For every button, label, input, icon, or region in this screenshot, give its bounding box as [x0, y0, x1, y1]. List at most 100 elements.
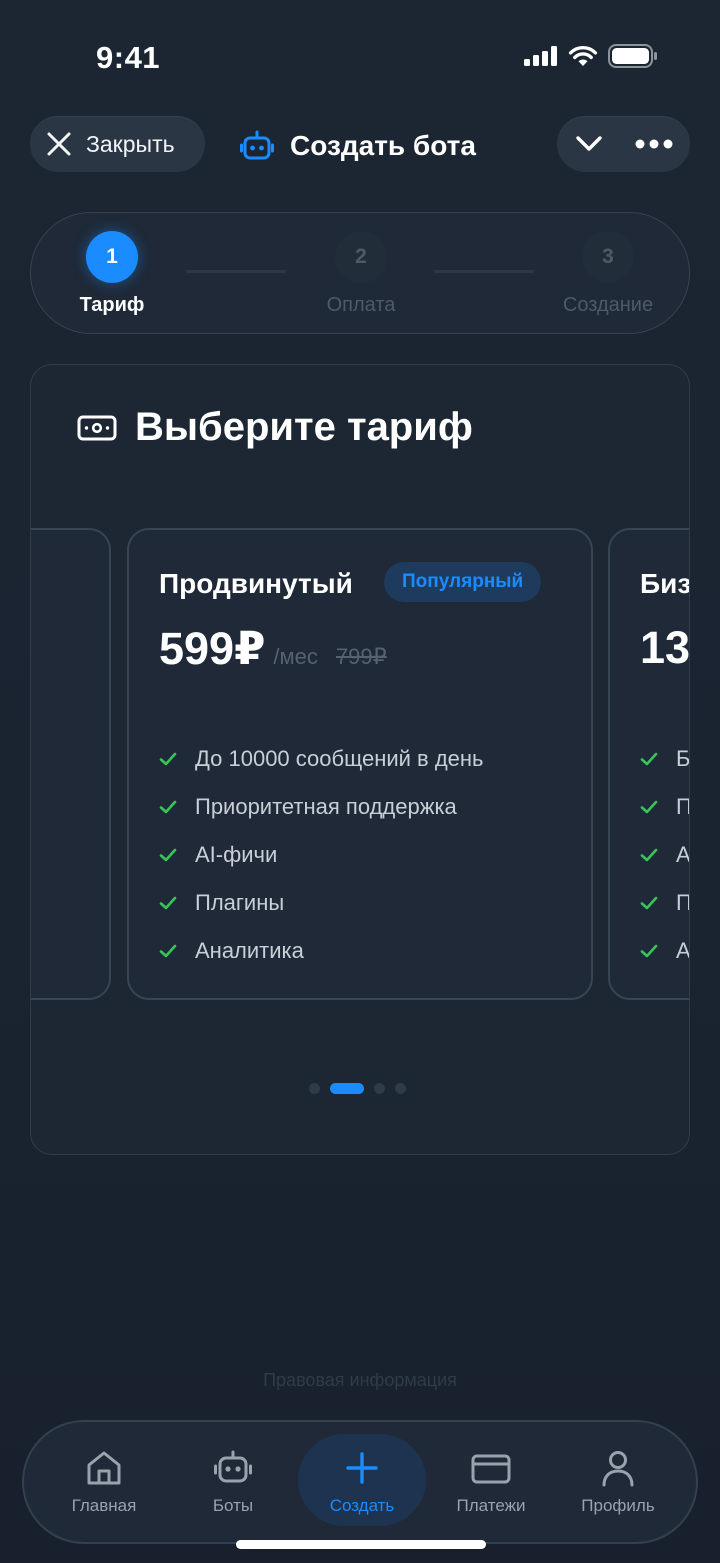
check-icon	[159, 943, 179, 959]
legal-info-link[interactable]: Правовая информация	[0, 1370, 720, 1391]
tab-label: Боты	[212, 1496, 254, 1515]
pager-dot[interactable]	[374, 1083, 385, 1094]
plan-card-advanced[interactable]: Продвинутый Популярный 599₽ /мес 799₽ До…	[127, 528, 593, 1000]
robot-icon	[214, 1450, 252, 1483]
check-icon	[640, 943, 660, 959]
step-label: Создание	[562, 294, 654, 316]
plan-price: 599₽	[159, 623, 266, 674]
status-bar: 9:41	[0, 0, 720, 110]
screen: 9:41 Закрыть Создать бота 1 Тариф 2 Опла…	[0, 0, 720, 1563]
check-icon	[640, 751, 660, 767]
status-icons	[524, 44, 658, 68]
plan-card-previous[interactable]	[31, 528, 111, 1000]
tab-label: Платежи	[456, 1496, 526, 1515]
signal-icon	[524, 46, 557, 66]
price-row: 599₽ /мес 799₽	[159, 622, 387, 675]
feature-text: До 10000 сообщений в день	[195, 746, 484, 771]
step-label: Тариф	[79, 294, 145, 316]
check-icon	[159, 847, 179, 863]
header: Закрыть Создать бота	[0, 116, 720, 176]
plan-period: /мес	[273, 644, 318, 669]
page-title-group: Создать бота	[240, 130, 476, 162]
tab-home[interactable]: Главная	[40, 1422, 168, 1542]
check-icon	[640, 895, 660, 911]
feature-item: П	[640, 879, 689, 927]
feature-item: Приоритетная поддержка	[159, 783, 484, 831]
check-icon	[640, 847, 660, 863]
page-title: Создать бота	[290, 130, 476, 161]
card-icon	[471, 1454, 511, 1484]
section-title: Выберите тариф	[77, 405, 473, 450]
tab-payments[interactable]: Платежи	[427, 1422, 555, 1542]
feature-text: Плагины	[195, 890, 285, 915]
feature-text: Приоритетная поддержка	[195, 794, 457, 819]
step-label: Оплата	[326, 294, 396, 316]
feature-text: Б	[676, 746, 690, 771]
tab-bar: Главная Боты Создать Платежи Профиль	[22, 1420, 698, 1544]
chevron-down-icon[interactable]	[573, 128, 605, 160]
close-button-label: Закрыть	[86, 130, 175, 157]
feature-text: А	[676, 842, 690, 867]
status-time: 9:41	[96, 40, 161, 75]
pager-dot[interactable]	[309, 1083, 320, 1094]
step-creation[interactable]: 3 Создание	[548, 231, 668, 317]
stepper: 1 Тариф 2 Оплата 3 Создание	[30, 212, 690, 334]
step-connector	[434, 270, 534, 273]
step-number: 3	[582, 231, 634, 283]
feature-list: До 10000 сообщений в день Приоритетная п…	[159, 735, 484, 975]
plan-card-business[interactable]: Биз 13 Б П А П	[608, 528, 690, 1000]
feature-text: П	[676, 890, 689, 916]
carousel-pager	[309, 1083, 406, 1094]
tab-bots[interactable]: Боты	[169, 1422, 297, 1542]
feature-text: AI-фичи	[195, 842, 278, 867]
feature-item: А	[640, 831, 690, 879]
tab-label: Профиль	[581, 1496, 655, 1515]
step-tariff[interactable]: 1 Тариф	[52, 231, 172, 317]
plan-price: 13	[640, 622, 690, 673]
feature-item: П	[640, 783, 689, 831]
pager-dot-active[interactable]	[330, 1083, 364, 1094]
check-icon	[640, 799, 660, 815]
close-icon	[47, 132, 71, 156]
feature-item: AI-фичи	[159, 831, 484, 879]
feature-text: П	[676, 794, 689, 820]
plan-old-price: 799₽	[335, 644, 387, 669]
wifi-icon	[568, 45, 598, 66]
feature-list: Б П А П А	[640, 735, 690, 975]
step-number: 2	[335, 231, 387, 283]
pager-dot[interactable]	[395, 1083, 406, 1094]
price-row: 13	[640, 622, 690, 674]
home-icon	[87, 1451, 121, 1485]
step-number: 1	[86, 231, 138, 283]
more-icon[interactable]	[634, 138, 674, 150]
header-actions	[557, 116, 690, 172]
check-icon	[159, 895, 179, 911]
tab-create[interactable]: Создать	[298, 1422, 426, 1542]
step-connector	[186, 270, 286, 273]
feature-item: Б	[640, 735, 690, 783]
plan-name: Биз	[640, 568, 690, 599]
feature-text: Аналитика	[195, 938, 304, 963]
battery-icon	[608, 44, 657, 68]
tab-profile[interactable]: Профиль	[554, 1422, 682, 1542]
feature-item: Плагины	[159, 879, 484, 927]
tab-label: Главная	[71, 1496, 137, 1515]
section-title-text: Выберите тариф	[135, 405, 473, 449]
home-indicator	[236, 1540, 486, 1549]
feature-item: До 10000 сообщений в день	[159, 735, 484, 783]
banknote-icon	[77, 415, 117, 440]
plan-name: Продвинутый	[159, 568, 353, 599]
tab-label: Создать	[329, 1496, 395, 1515]
feature-item: А	[640, 927, 690, 975]
check-icon	[159, 751, 179, 767]
step-payment[interactable]: 2 Оплата	[301, 231, 421, 317]
robot-icon	[240, 130, 274, 160]
tariff-section: Выберите тариф Продвинутый Популярный 59…	[30, 364, 690, 1155]
feature-item: Аналитика	[159, 927, 484, 975]
plus-icon	[346, 1452, 378, 1484]
user-icon	[602, 1451, 634, 1487]
close-button[interactable]: Закрыть	[30, 116, 205, 172]
feature-text: А	[676, 938, 690, 963]
check-icon	[159, 799, 179, 815]
popular-badge: Популярный	[384, 562, 542, 602]
